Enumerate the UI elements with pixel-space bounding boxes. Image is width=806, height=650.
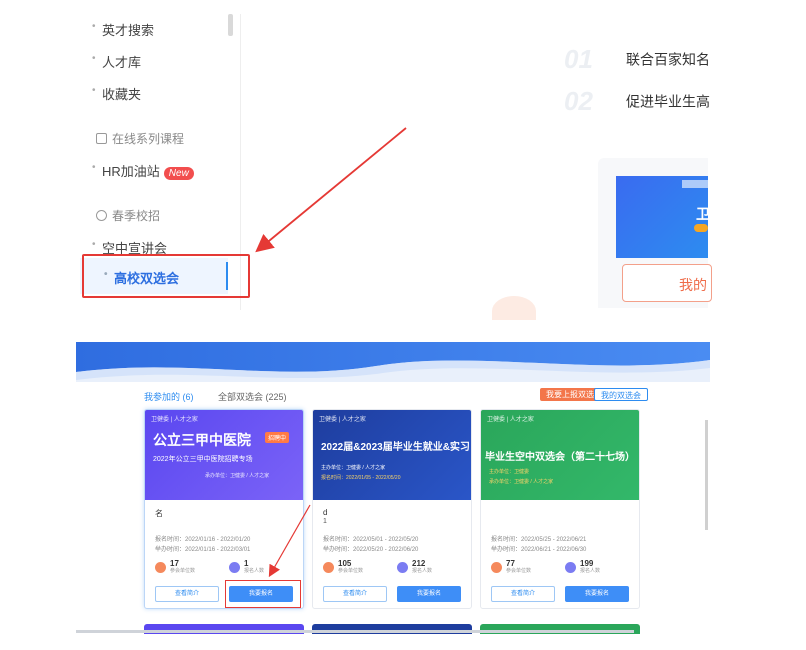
red-arrow-top: [255, 127, 407, 253]
red-arrow-bottom: [268, 504, 311, 578]
annotation-arrows: [255, 127, 407, 578]
